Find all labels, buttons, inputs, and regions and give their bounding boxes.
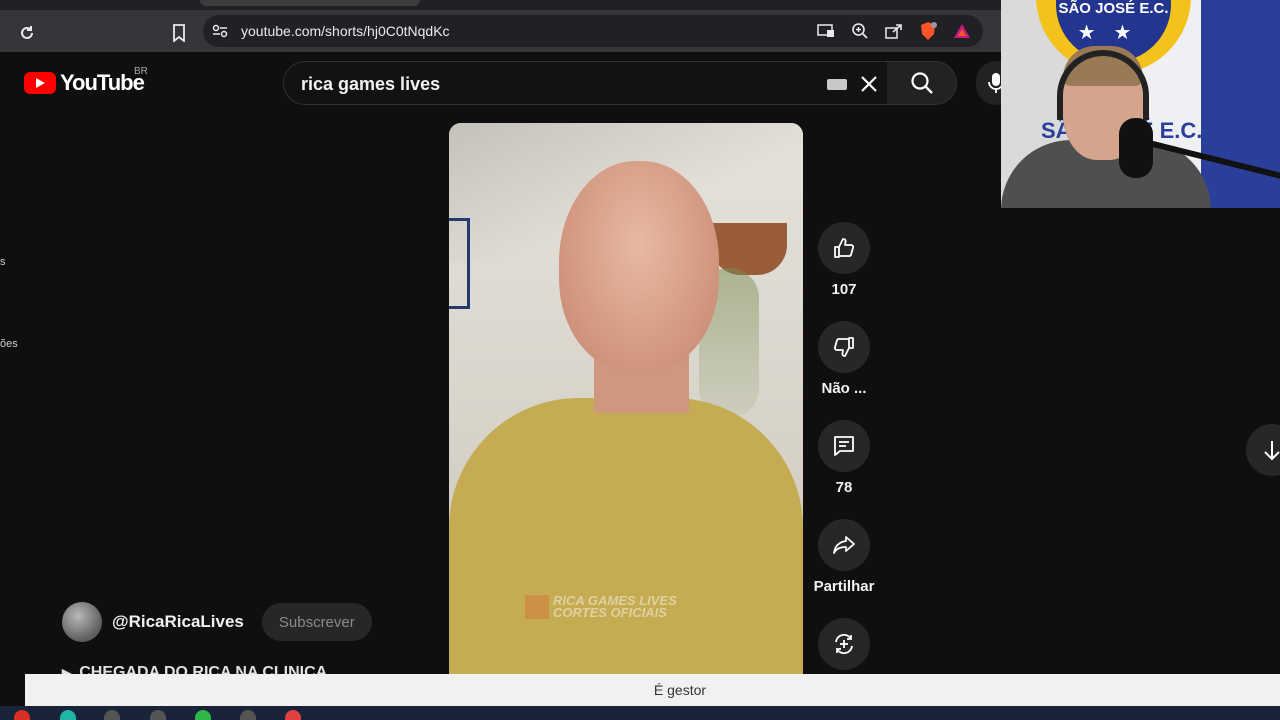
taskbar-app-icon[interactable]: [104, 710, 120, 720]
clear-search-button[interactable]: [857, 72, 881, 96]
taskbar-app-icon[interactable]: [195, 710, 211, 720]
comments-button[interactable]: [818, 420, 870, 472]
address-bar-actions: [815, 20, 973, 42]
subscribe-button[interactable]: Subscrever: [261, 603, 372, 641]
search-icon: [910, 72, 933, 94]
taskbar-app-icon[interactable]: [14, 710, 30, 720]
video-window-frame: [449, 218, 470, 309]
bookmark-icon: [173, 24, 185, 42]
dislike-label: Não ...: [821, 380, 867, 397]
comments-count: 78: [835, 479, 853, 496]
watermark-line2: CORTES OFICIAIS: [553, 605, 667, 620]
like-button[interactable]: [818, 222, 870, 274]
sidebar-fragment[interactable]: s: [0, 256, 6, 268]
avatar[interactable]: [62, 602, 102, 642]
comments-action: 78: [812, 420, 876, 496]
club-badge-text: SÃO JOSÉ E.C.: [1058, 0, 1169, 17]
taskbar-app-icon[interactable]: [240, 710, 256, 720]
country-code: BR: [134, 66, 148, 77]
youtube-wordmark: YouTube: [60, 70, 145, 95]
bottom-bar-text: É gestor: [653, 682, 707, 698]
channel-name[interactable]: @RicaRicaLives: [112, 612, 244, 632]
os-taskbar: [0, 706, 1280, 720]
reload-icon: [21, 26, 33, 39]
dislike-action: Não ...: [812, 321, 876, 397]
cast-icon[interactable]: [815, 20, 837, 42]
video-watermark: RICA GAMES LIVES CORTES OFICIAIS: [525, 594, 677, 620]
webcam-flag-blue: [1201, 0, 1280, 208]
like-action: 107: [812, 222, 876, 298]
comment-icon: [834, 436, 854, 456]
share-action: Partilhar: [812, 519, 876, 595]
brave-rewards-icon[interactable]: [951, 20, 973, 42]
share-button[interactable]: [818, 519, 870, 571]
sidebar-fragment[interactable]: ões: [0, 338, 18, 350]
thumbs-down-icon: [833, 337, 854, 357]
share-page-icon[interactable]: [883, 20, 905, 42]
bottom-notification-bar: É gestor: [25, 674, 1280, 706]
remix-action: [812, 618, 876, 670]
reload-button[interactable]: [14, 20, 40, 46]
zoom-icon[interactable]: [849, 20, 871, 42]
arrow-down-icon: [1264, 441, 1280, 461]
keyboard-icon[interactable]: [827, 79, 847, 90]
webcam-overlay: SÃO JOSÉ E.C. ★★ SÃO JOSÉ E.C.: [1001, 0, 1280, 208]
remix-button[interactable]: [818, 618, 870, 670]
short-video-player[interactable]: RICA GAMES LIVES CORTES OFICIAIS: [449, 123, 803, 674]
like-count: 107: [831, 281, 857, 298]
watermark-logo: [525, 595, 549, 619]
channel-row: @RicaRicaLives Subscrever: [62, 602, 372, 642]
address-bar[interactable]: youtube.com/shorts/hj0C0tNqdKc: [203, 15, 983, 47]
taskbar-app-icon[interactable]: [150, 710, 166, 720]
share-label: Partilhar: [813, 578, 875, 595]
search-input[interactable]: rica games lives: [283, 61, 896, 105]
next-short-button[interactable]: [1246, 424, 1280, 476]
youtube-play-icon: [24, 72, 56, 94]
taskbar-app-icon[interactable]: [60, 710, 76, 720]
taskbar-app-icon[interactable]: [285, 710, 301, 720]
share-icon: [833, 536, 855, 554]
search-button[interactable]: [887, 61, 957, 105]
site-settings-icon[interactable]: [211, 22, 229, 40]
youtube-logo[interactable]: YouTube: [24, 70, 145, 96]
remix-icon: [835, 633, 853, 655]
microphone: [1119, 118, 1153, 178]
star-icon: ★★: [1077, 22, 1150, 44]
bookmark-button[interactable]: [168, 20, 190, 46]
video-person-head: [559, 161, 719, 371]
dislike-button[interactable]: [818, 321, 870, 373]
close-icon: [861, 76, 877, 92]
video-plant-pot: [711, 223, 787, 275]
thumbs-up-icon: [834, 238, 855, 258]
search-query[interactable]: rica games lives: [301, 74, 440, 95]
brave-shield-icon[interactable]: [917, 20, 939, 42]
active-tab[interactable]: [200, 0, 420, 6]
url-text[interactable]: youtube.com/shorts/hj0C0tNqdKc: [241, 23, 450, 39]
video-person-shirt: [449, 398, 803, 674]
